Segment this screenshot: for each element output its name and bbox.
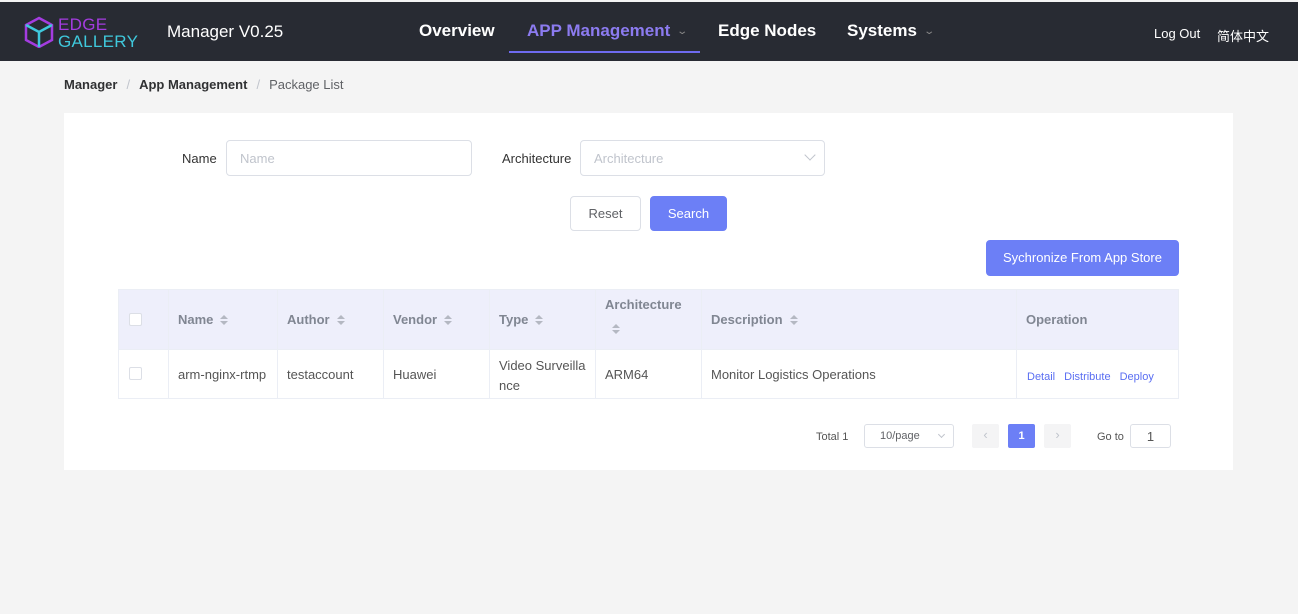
logout-link[interactable]: Log Out xyxy=(1154,26,1200,41)
page-number-current[interactable]: 1 xyxy=(1008,424,1035,448)
top-navbar: EDGE GALLERY Manager V0.25 Overview APP … xyxy=(0,2,1298,61)
nav-systems-label: Systems xyxy=(847,21,917,40)
column-header-architecture-label: Architecture xyxy=(605,297,682,312)
table-row: arm-nginx-rtmp testaccount Huawei Video … xyxy=(119,350,1178,398)
page-size-value: 10/page xyxy=(880,430,920,442)
nav-edge-nodes[interactable]: Edge Nodes xyxy=(718,21,816,41)
distribute-link[interactable]: Distribute xyxy=(1064,371,1110,383)
cell-author: testaccount xyxy=(278,350,384,398)
package-name: arm-nginx-rtmp xyxy=(178,367,267,382)
language-switch[interactable]: 简体中文 xyxy=(1217,26,1269,45)
column-header-architecture[interactable]: Architecture xyxy=(596,290,702,349)
goto-page-field[interactable] xyxy=(1130,424,1171,448)
sort-icon[interactable] xyxy=(612,324,620,334)
cell-description: Monitor Logistics Operations xyxy=(702,350,1017,398)
package-list-panel: Name Architecture Reset Search Sychroniz… xyxy=(64,113,1233,470)
name-filter-label: Name xyxy=(182,151,217,166)
cell-name: arm-nginx-rtmp xyxy=(169,350,278,398)
column-header-operation-label: Operation xyxy=(1026,312,1088,327)
package-type-line1: Video Surveilla xyxy=(499,358,586,373)
breadcrumb-manager[interactable]: Manager xyxy=(64,77,117,92)
package-type: Video Surveilla nce xyxy=(499,356,585,396)
column-header-author-text: Author xyxy=(287,312,345,327)
column-header-vendor-label: Vendor xyxy=(393,312,438,327)
nav-systems[interactable]: Systems ⌄ xyxy=(847,21,936,41)
page-size-select[interactable]: 10/page xyxy=(864,424,954,448)
column-header-operation: Operation xyxy=(1017,290,1178,349)
nav-app-management-label: APP Management xyxy=(527,21,671,40)
column-header-type[interactable]: Type xyxy=(490,290,596,349)
chevron-down-icon xyxy=(937,430,946,439)
operation-links: Detail Distribute Deploy xyxy=(1027,368,1163,383)
active-nav-indicator xyxy=(509,51,700,53)
package-description: Monitor Logistics Operations xyxy=(711,367,876,382)
search-button[interactable]: Search xyxy=(650,196,727,231)
header-checkbox-cell xyxy=(119,290,169,349)
column-header-author[interactable]: Author xyxy=(278,290,384,349)
logo-text-gallery: GALLERY xyxy=(58,32,139,51)
chevron-down-icon: ⌄ xyxy=(923,26,936,38)
cube-logo-icon xyxy=(24,16,54,48)
reset-button[interactable]: Reset xyxy=(570,196,641,231)
package-author: testaccount xyxy=(287,367,354,382)
sort-icon[interactable] xyxy=(220,314,229,325)
breadcrumb: Manager / App Management / Package List xyxy=(64,77,344,92)
cell-vendor: Huawei xyxy=(384,350,490,398)
edgegallery-logo[interactable]: EDGE GALLERY xyxy=(24,16,144,50)
column-header-description-text: Description xyxy=(711,312,798,327)
breadcrumb-separator: / xyxy=(126,77,131,92)
name-filter-field[interactable] xyxy=(226,140,472,176)
nav-overview[interactable]: Overview xyxy=(419,21,495,41)
architecture-select-input[interactable] xyxy=(581,141,824,175)
breadcrumb-package-list: Package List xyxy=(269,77,344,92)
app-version-title: Manager V0.25 xyxy=(167,22,284,41)
deploy-link[interactable]: Deploy xyxy=(1120,371,1154,383)
goto-label: Go to xyxy=(1097,431,1124,443)
column-header-vendor-text: Vendor xyxy=(393,312,453,327)
next-page-button[interactable]: › xyxy=(1044,424,1071,448)
cell-operation: Detail Distribute Deploy xyxy=(1017,350,1178,398)
column-header-author-label: Author xyxy=(287,312,330,327)
package-type-line2: nce xyxy=(499,378,520,393)
chevron-right-icon: › xyxy=(1055,427,1060,442)
cell-type: Video Surveilla nce xyxy=(490,350,596,398)
chevron-left-icon: ‹ xyxy=(983,427,988,442)
table-header-row: Name Author Vendor Type Architecture Des… xyxy=(119,290,1178,350)
cell-architecture: ARM64 xyxy=(596,350,702,398)
select-all-checkbox[interactable] xyxy=(129,313,142,326)
sort-icon[interactable] xyxy=(336,314,345,325)
pagination-total: Total 1 xyxy=(816,431,849,443)
sort-icon[interactable] xyxy=(535,314,544,325)
prev-page-button[interactable]: ‹ xyxy=(972,424,999,448)
nav-overview-label: Overview xyxy=(419,21,495,40)
goto-page-input[interactable] xyxy=(1131,425,1170,447)
row-select-checkbox[interactable] xyxy=(129,367,142,380)
nav-app-management[interactable]: APP Management ⌄ xyxy=(527,21,689,41)
row-checkbox-cell xyxy=(119,350,169,398)
breadcrumb-app-management[interactable]: App Management xyxy=(139,77,247,92)
column-header-description-label: Description xyxy=(711,312,783,327)
column-header-name-text: Name xyxy=(178,312,229,327)
package-architecture: ARM64 xyxy=(605,367,649,382)
nav-edge-nodes-label: Edge Nodes xyxy=(718,21,817,40)
column-header-vendor[interactable]: Vendor xyxy=(384,290,490,349)
synchronize-app-store-button[interactable]: Sychronize From App Store xyxy=(986,240,1179,276)
logo-text-edge: EDGE xyxy=(58,15,108,34)
column-header-type-text: Type xyxy=(499,312,544,327)
architecture-select[interactable] xyxy=(580,140,825,176)
column-header-name-label: Name xyxy=(178,312,214,327)
package-table: Name Author Vendor Type Architecture Des… xyxy=(118,289,1179,399)
breadcrumb-separator: / xyxy=(256,77,261,92)
detail-link[interactable]: Detail xyxy=(1027,371,1055,383)
column-header-description[interactable]: Description xyxy=(702,290,1017,349)
column-header-name[interactable]: Name xyxy=(169,290,278,349)
package-vendor: Huawei xyxy=(393,367,437,382)
architecture-filter-label: Architecture xyxy=(502,151,572,166)
chevron-down-icon: ⌄ xyxy=(676,26,689,38)
logo-wordmark: EDGE GALLERY xyxy=(58,16,138,50)
name-search-input[interactable] xyxy=(227,141,471,175)
sort-icon[interactable] xyxy=(789,314,798,325)
column-header-type-label: Type xyxy=(499,312,529,327)
sort-icon[interactable] xyxy=(444,314,453,325)
